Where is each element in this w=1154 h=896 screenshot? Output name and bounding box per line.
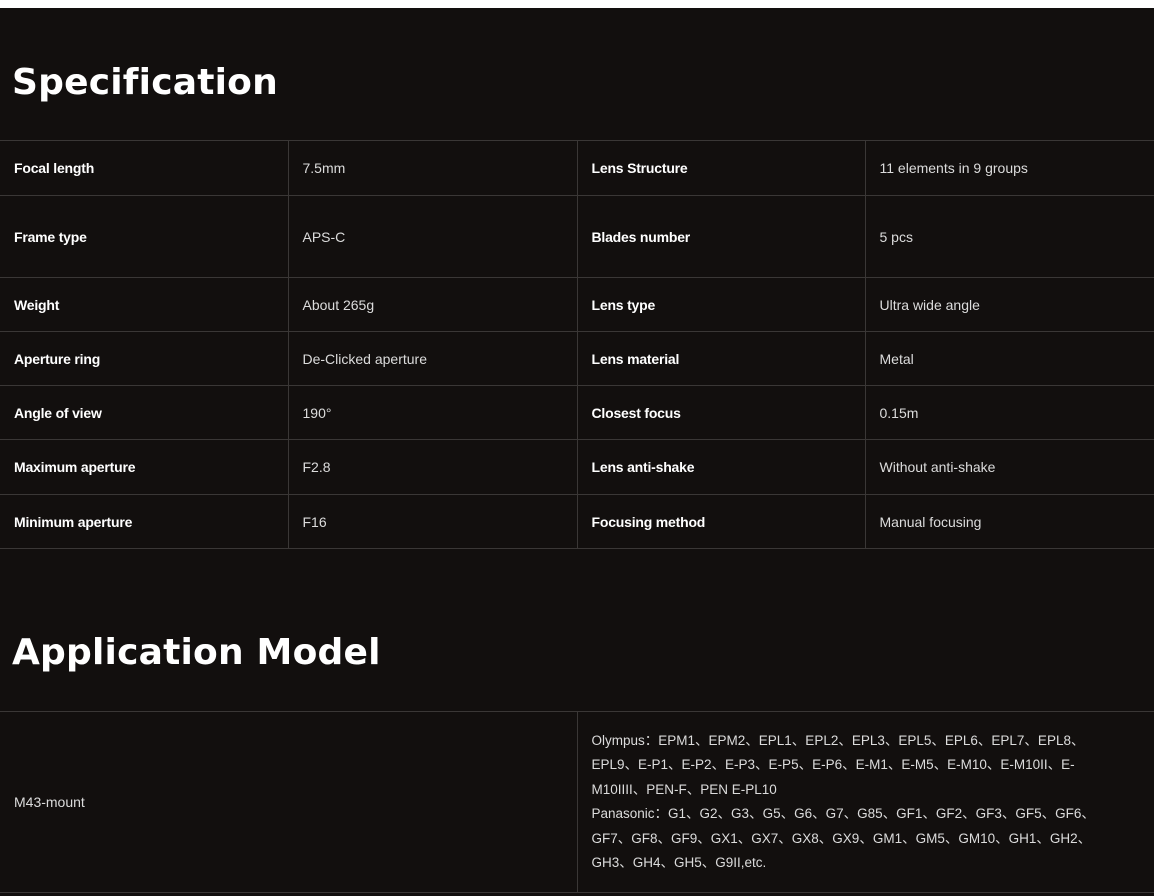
spec-label: Minimum aperture xyxy=(0,494,288,549)
spec-row: Angle of view 190° Closest focus 0.15m xyxy=(0,385,1154,440)
spec-value: Ultra wide angle xyxy=(864,277,1154,332)
spec-label: Angle of view xyxy=(0,385,288,440)
spec-value: De-Clicked aperture xyxy=(287,331,577,386)
spec-row: Minimum aperture F16 Focusing method Man… xyxy=(0,494,1154,549)
spec-label: Blades number xyxy=(576,195,865,278)
spec-label: Closest focus xyxy=(576,385,865,440)
spec-value: Metal xyxy=(864,331,1154,386)
model-line: EPL9、E-P1、E-P2、E-P3、E-P5、E-P6、E-M1、E-M5、… xyxy=(591,757,1075,772)
spec-label: Maximum aperture xyxy=(0,439,288,495)
model-line: GH3、GH4、GH5、G9II,etc. xyxy=(591,855,767,870)
specification-title: Specification xyxy=(12,62,278,103)
spec-value: 5 pcs xyxy=(864,195,1154,278)
model-line: Panasonic：G1、G2、G3、G5、G6、G7、G85、GF1、GF2、… xyxy=(591,806,1095,821)
compatible-models: Olympus：EPM1、EPM2、EPL1、EPL2、EPL3、EPL5、EP… xyxy=(576,711,1154,893)
specification-table: Focal length 7.5mm Lens Structure 11 ele… xyxy=(0,140,1154,549)
spec-value: F16 xyxy=(287,494,577,549)
spec-value: Without anti-shake xyxy=(864,439,1154,495)
model-line: Olympus：EPM1、EPM2、EPL1、EPL2、EPL3、EPL5、EP… xyxy=(591,732,1085,748)
application-row: M43-mount Olympus：EPM1、EPM2、EPL1、EPL2、EP… xyxy=(0,711,1154,893)
spec-value: 11 elements in 9 groups xyxy=(864,140,1154,196)
spec-row: Focal length 7.5mm Lens Structure 11 ele… xyxy=(0,140,1154,196)
spec-row: Weight About 265g Lens type Ultra wide a… xyxy=(0,277,1154,332)
spec-value: APS-C xyxy=(287,195,577,278)
spec-label: Focal length xyxy=(0,140,288,196)
spec-value: F2.8 xyxy=(287,439,577,495)
spec-row: Maximum aperture F2.8 Lens anti-shake Wi… xyxy=(0,439,1154,495)
model-line: GF7、GF8、GF9、GX1、GX7、GX8、GX9、GM1、GM5、GM10… xyxy=(591,830,1092,846)
application-model-table: M43-mount Olympus：EPM1、EPM2、EPL1、EPL2、EP… xyxy=(0,711,1154,893)
spec-label: Lens type xyxy=(576,277,865,332)
spec-label: Lens Structure xyxy=(576,140,865,196)
spec-value: Manual focusing xyxy=(864,494,1154,549)
spec-value: 190° xyxy=(287,385,577,440)
spec-label: Frame type xyxy=(0,195,288,278)
spec-label: Lens material xyxy=(576,331,865,386)
spec-label: Weight xyxy=(0,277,288,332)
mount-type: M43-mount xyxy=(0,711,577,893)
spec-label: Focusing method xyxy=(576,494,865,549)
spec-label: Aperture ring xyxy=(0,331,288,386)
spec-value: About 265g xyxy=(287,277,577,332)
spec-row: Aperture ring De-Clicked aperture Lens m… xyxy=(0,331,1154,386)
application-model-title: Application Model xyxy=(12,632,381,673)
spec-value: 0.15m xyxy=(864,385,1154,440)
spec-value: 7.5mm xyxy=(287,140,577,196)
page: Specification Focal length 7.5mm Lens St… xyxy=(0,8,1154,896)
spec-label: Lens anti-shake xyxy=(576,439,865,495)
spec-row: Frame type APS-C Blades number 5 pcs xyxy=(0,195,1154,278)
model-line: M10IIII、PEN-F、PEN E-PL10 xyxy=(591,781,777,797)
